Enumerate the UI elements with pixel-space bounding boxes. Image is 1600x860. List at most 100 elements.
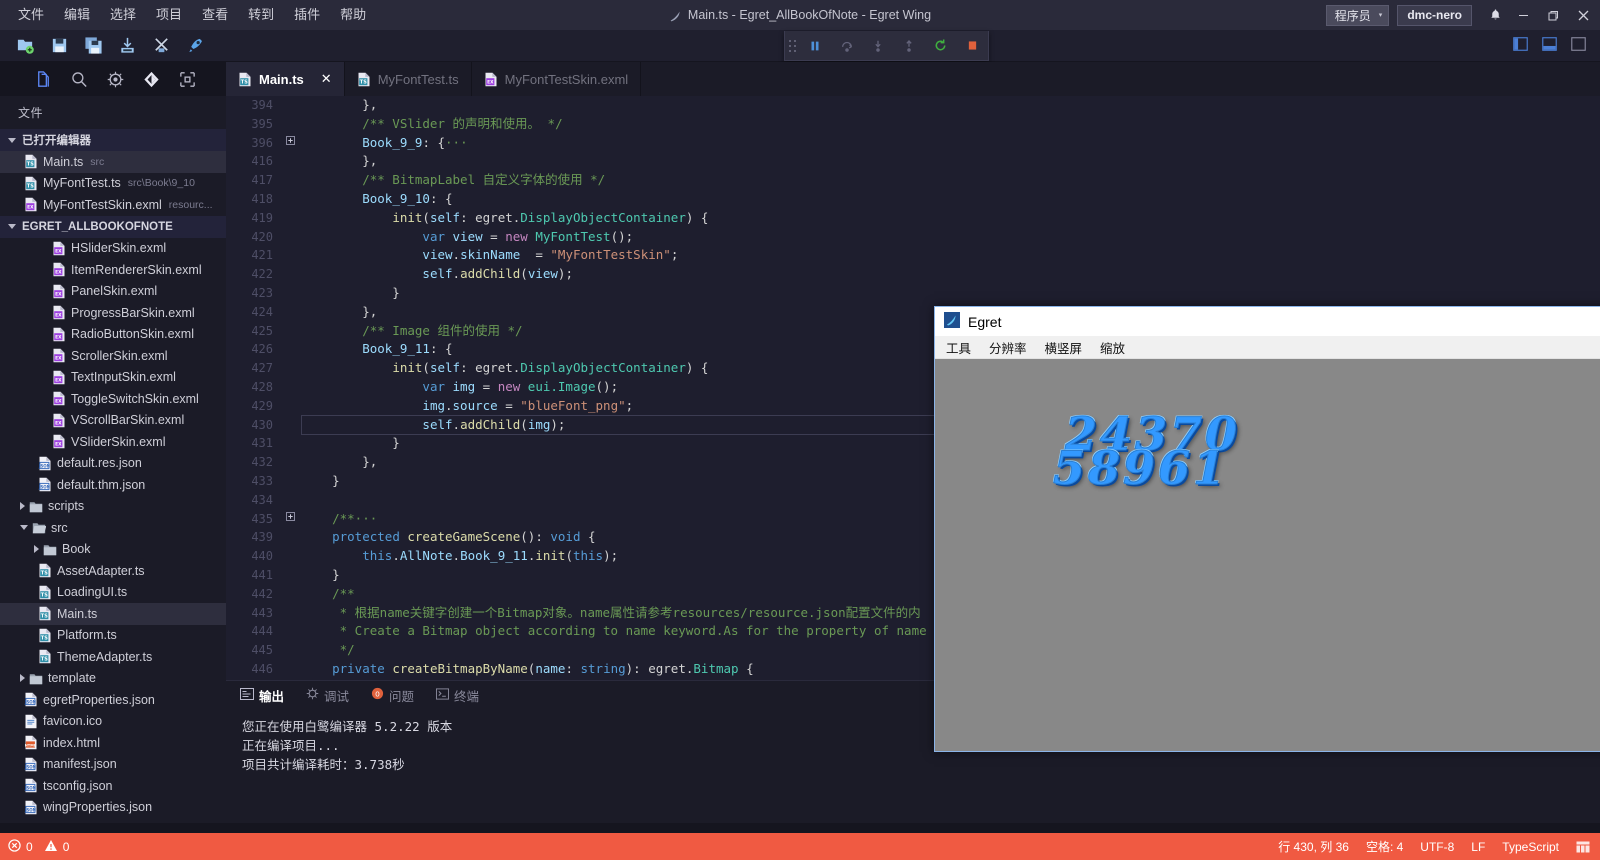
drag-grip-icon[interactable]	[788, 39, 796, 52]
status-language-mode[interactable]: TypeScript	[1502, 840, 1559, 854]
search-icon[interactable]	[66, 65, 92, 93]
explorer-files-icon[interactable]	[30, 65, 56, 93]
panel-tab-output[interactable]: 输出	[240, 686, 284, 705]
debug-step-out-button[interactable]	[897, 34, 921, 58]
file-tree-item[interactable]: TS Main.ts	[0, 603, 226, 625]
fold-expand-icon[interactable]	[282, 510, 298, 529]
file-tree-item[interactable]: favicon.ico	[0, 711, 226, 733]
minimize-button[interactable]	[1508, 0, 1538, 30]
menu-file[interactable]: 文件	[8, 3, 54, 27]
status-encoding[interactable]: UTF-8	[1420, 840, 1454, 854]
file-tree-item[interactable]: EX ProgressBarSkin.exml	[0, 302, 226, 324]
save-button[interactable]	[42, 31, 76, 61]
chevron-right-icon[interactable]	[20, 674, 25, 683]
toggle-panel-button[interactable]	[1542, 36, 1557, 56]
file-tree-item[interactable]: JSON tsconfig.json	[0, 775, 226, 797]
editor-tab[interactable]: TS MyFontTest.ts	[344, 62, 472, 96]
close-button[interactable]	[1568, 0, 1598, 30]
build-button[interactable]	[144, 31, 178, 61]
chevron-right-icon[interactable]	[20, 502, 25, 511]
menu-edit[interactable]: 编辑	[54, 3, 100, 27]
toggle-sidebar-button[interactable]	[1513, 36, 1528, 56]
code-line[interactable]: 423 }	[226, 284, 1600, 303]
debug-bug-icon[interactable]	[102, 65, 128, 93]
egret-menu-item[interactable]: 工具	[946, 338, 971, 357]
egret-menu-item[interactable]: 分辨率	[989, 338, 1027, 357]
open-editor-item[interactable]: TS Main.ts src	[0, 151, 226, 173]
egret-stage[interactable]: 24370 58961	[935, 359, 1600, 751]
open-editor-item[interactable]: EX MyFontTestSkin.exml resourc...	[0, 194, 226, 216]
fold-expand-icon[interactable]	[282, 134, 298, 153]
debug-restart-button[interactable]	[929, 34, 953, 58]
file-tree-item[interactable]: JSON manifest.json	[0, 754, 226, 776]
file-tree-item[interactable]: TS ThemeAdapter.ts	[0, 646, 226, 668]
file-tree-item[interactable]: JSON default.thm.json	[0, 474, 226, 496]
status-cursor-position[interactable]: 行 430, 列 36	[1278, 838, 1349, 855]
code-line[interactable]: 417 /** BitmapLabel 自定义字体的使用 */	[226, 171, 1600, 190]
layout-icon[interactable]	[1576, 841, 1590, 853]
debug-step-into-button[interactable]	[866, 34, 890, 58]
menu-select[interactable]: 选择	[100, 3, 146, 27]
file-tree-item[interactable]: JSON wingProperties.json	[0, 797, 226, 819]
file-tree-item[interactable]: EX ToggleSwitchSkin.exml	[0, 388, 226, 410]
file-tree-item[interactable]: scripts	[0, 496, 226, 518]
open-editor-item[interactable]: TS MyFontTest.ts src\Book\9_10	[0, 173, 226, 195]
editor-tab[interactable]: EX MyFontTestSkin.exml	[471, 62, 642, 96]
maximize-restore-button[interactable]	[1538, 0, 1568, 30]
menu-goto[interactable]: 转到	[238, 3, 284, 27]
code-line[interactable]: 421 view.skinName = "MyFontTestSkin";	[226, 246, 1600, 265]
file-tree-item[interactable]: TS AssetAdapter.ts	[0, 560, 226, 582]
file-tree-item[interactable]: JSON egretProperties.json	[0, 689, 226, 711]
status-indentation[interactable]: 空格: 4	[1366, 838, 1403, 855]
egret-preview-window[interactable]: Egret 工具 分辨率 横竖屏 缩放 24370 58961	[934, 306, 1600, 752]
debug-stop-button[interactable]	[960, 34, 984, 58]
file-tree-item[interactable]: EX HSliderSkin.exml	[0, 238, 226, 260]
code-line[interactable]: 395 /** VSlider 的声明和使用。 */	[226, 115, 1600, 134]
publish-button[interactable]	[110, 31, 144, 61]
status-eol[interactable]: LF	[1471, 840, 1485, 854]
file-tree-item[interactable]: EX ItemRendererSkin.exml	[0, 259, 226, 281]
close-icon[interactable]: ✕	[321, 71, 332, 87]
file-tree-item[interactable]: Book	[0, 539, 226, 561]
editor-tab[interactable]: TS Main.ts ✕	[226, 62, 345, 96]
egret-menu-item[interactable]: 横竖屏	[1045, 338, 1083, 357]
egret-menu-item[interactable]: 缩放	[1100, 338, 1125, 357]
new-file-button[interactable]	[8, 31, 42, 61]
file-tree-item[interactable]: HTML index.html	[0, 732, 226, 754]
source-control-icon[interactable]	[138, 65, 164, 93]
file-tree-item[interactable]: template	[0, 668, 226, 690]
debug-pause-button[interactable]	[803, 34, 827, 58]
panel-tab-debug[interactable]: 调试	[306, 686, 349, 705]
code-line[interactable]: 422 self.addChild(view);	[226, 265, 1600, 284]
role-selector[interactable]: 程序员 ▾	[1325, 4, 1390, 26]
file-tree-item[interactable]: EX VScrollBarSkin.exml	[0, 410, 226, 432]
file-tree-item[interactable]: src	[0, 517, 226, 539]
panel-tab-problems[interactable]: 0 问题	[371, 686, 414, 705]
file-tree-item[interactable]: EX PanelSkin.exml	[0, 281, 226, 303]
debug-step-over-button[interactable]	[835, 34, 859, 58]
menu-project[interactable]: 项目	[146, 3, 192, 27]
code-line[interactable]: 419 init(self: egret.DisplayObjectContai…	[226, 209, 1600, 228]
menu-view[interactable]: 查看	[192, 3, 238, 27]
chevron-down-icon[interactable]	[20, 525, 28, 531]
code-line[interactable]: 418 Book_9_10: {	[226, 190, 1600, 209]
notification-bell-icon[interactable]	[1482, 0, 1508, 30]
save-all-button[interactable]	[76, 31, 110, 61]
code-line[interactable]: 420 var view = new MyFontTest();	[226, 228, 1600, 247]
file-tree-item[interactable]: EX TextInputSkin.exml	[0, 367, 226, 389]
extensions-icon[interactable]	[174, 65, 200, 93]
panel-tab-terminal[interactable]: 终端	[436, 686, 479, 705]
section-project-root[interactable]: EGRET_ALLBOOKOFNOTE	[0, 215, 226, 238]
code-line[interactable]: 394 },	[226, 96, 1600, 115]
run-button[interactable]	[178, 31, 212, 61]
file-tree-item[interactable]: EX VSliderSkin.exml	[0, 431, 226, 453]
code-line[interactable]: 396 Book_9_9: {···	[226, 134, 1600, 153]
code-line[interactable]: 416 },	[226, 152, 1600, 171]
file-tree-item[interactable]: TS LoadingUI.ts	[0, 582, 226, 604]
file-tree-item[interactable]: JSON default.res.json	[0, 453, 226, 475]
file-tree-item[interactable]: EX ScrollerSkin.exml	[0, 345, 226, 367]
status-problems-group[interactable]: 0 0	[0, 838, 69, 855]
menu-help[interactable]: 帮助	[330, 3, 376, 27]
toggle-fullscreen-button[interactable]	[1571, 36, 1586, 56]
file-tree-item[interactable]: TS Platform.ts	[0, 625, 226, 647]
